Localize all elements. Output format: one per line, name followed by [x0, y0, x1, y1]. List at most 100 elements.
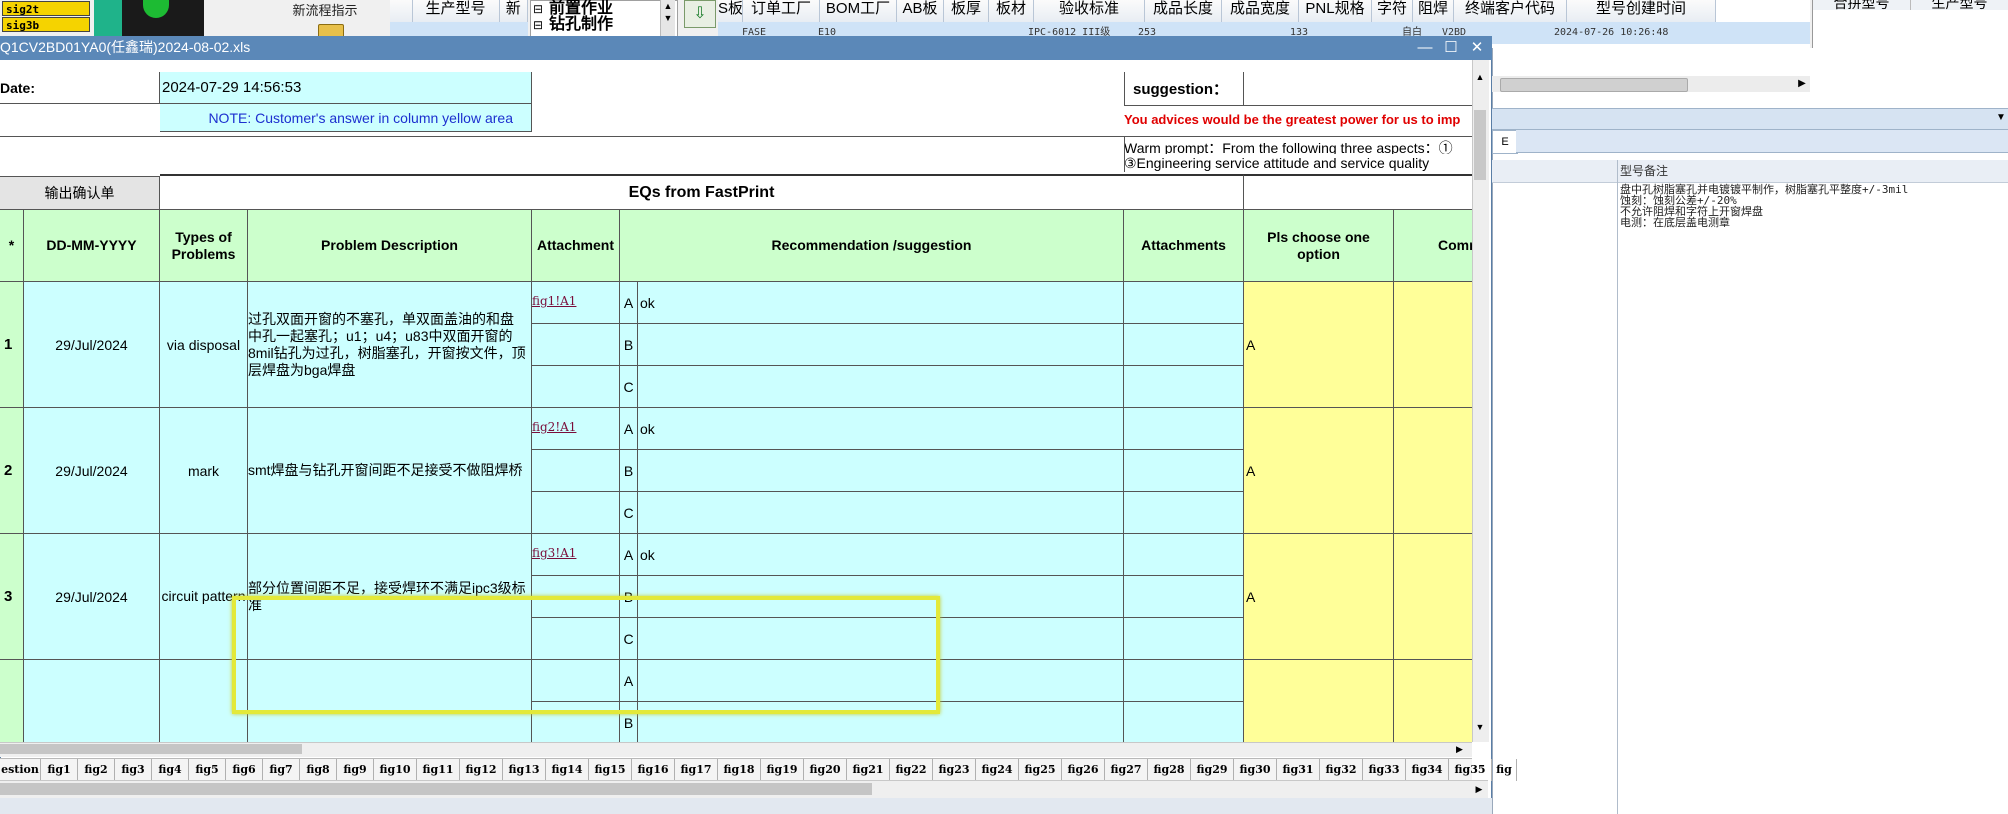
- tabs-scroll-thumb[interactable]: [0, 783, 872, 795]
- sheet-tab-fig5[interactable]: fig5: [189, 759, 226, 781]
- recommendation-text[interactable]: [638, 324, 1124, 366]
- header-choose-option[interactable]: Pls choose one option: [1244, 210, 1394, 282]
- col-header-silkscreen[interactable]: 字符: [1372, 0, 1413, 22]
- col-header-customer-code[interactable]: 终端客户代码: [1454, 0, 1567, 22]
- header-attachments[interactable]: Attachments: [1124, 210, 1244, 282]
- model-remark-text[interactable]: 盘中孔树脂塞孔并电镀镀平制作，树脂塞孔平整度+/-3mil 蚀刻：蚀刻公差+/-…: [1620, 184, 2006, 244]
- attachments-cell[interactable]: [1124, 534, 1244, 576]
- col-header-width[interactable]: 成品宽度: [1222, 0, 1299, 22]
- scroll-up-icon[interactable]: ▲: [1472, 72, 1488, 84]
- attachment-cell[interactable]: fig2!A1: [532, 408, 620, 450]
- sheet-tab-fig34[interactable]: fig34: [1406, 759, 1449, 781]
- horizontal-scroll-thumb[interactable]: [0, 744, 302, 754]
- problem-description[interactable]: smt焊盘与钻孔开窗间距不足接受不做阻焊桥: [248, 408, 532, 534]
- header-types[interactable]: Types of Problems: [160, 210, 248, 282]
- col-header-bom-factory[interactable]: BOM工厂: [820, 0, 897, 22]
- tree-scrollbar[interactable]: ▲ ▼: [660, 0, 675, 36]
- comment-cell[interactable]: [1394, 534, 1472, 660]
- sheet-tab-fig21[interactable]: fig21: [847, 759, 890, 781]
- sheet-tab-fig12[interactable]: fig12: [460, 759, 503, 781]
- sheet-tab-fig22[interactable]: fig22: [890, 759, 933, 781]
- choice-cell[interactable]: A: [1244, 534, 1394, 660]
- problem-date[interactable]: 29/Jul/2024: [24, 282, 160, 408]
- flow-indicator-label[interactable]: 新流程指示: [270, 0, 380, 18]
- sheet-tab-fig32[interactable]: fig32: [1320, 759, 1363, 781]
- problem-date[interactable]: [24, 660, 160, 742]
- scroll-right-icon[interactable]: ▶: [1796, 78, 1808, 90]
- sheet-tab-fig7[interactable]: fig7: [263, 759, 300, 781]
- attachment-cell[interactable]: [532, 324, 620, 366]
- sheet-tab-fig14[interactable]: fig14: [546, 759, 589, 781]
- sheet-tab-fig31[interactable]: fig31: [1277, 759, 1320, 781]
- attachment-cell[interactable]: fig1!A1: [532, 282, 620, 324]
- attachment-link[interactable]: fig3!A1: [532, 534, 619, 560]
- choice-cell[interactable]: [1244, 660, 1394, 742]
- choice-cell[interactable]: A: [1244, 282, 1394, 408]
- maximize-button[interactable]: ☐: [1440, 38, 1462, 58]
- process-tree[interactable]: 前置作业 钻孔制作: [530, 0, 678, 38]
- problem-type[interactable]: via disposal: [160, 282, 248, 408]
- comment-cell[interactable]: [1394, 660, 1472, 742]
- sheet-tab-fig6[interactable]: fig6: [226, 759, 263, 781]
- comment-cell[interactable]: [1394, 282, 1472, 408]
- choice-cell[interactable]: A: [1244, 408, 1394, 534]
- attachments-cell[interactable]: [1124, 366, 1244, 408]
- sheet-tab-fig18[interactable]: fig18: [718, 759, 761, 781]
- sheet-tab-question[interactable]: estion: [0, 759, 41, 781]
- row-number[interactable]: 3: [0, 534, 24, 660]
- tree-item-drilling[interactable]: 钻孔制作: [531, 17, 677, 34]
- sheet-tab-fig10[interactable]: fig10: [374, 759, 417, 781]
- vertical-scroll-thumb[interactable]: [1474, 110, 1486, 180]
- recommendation-text[interactable]: [638, 366, 1124, 408]
- problem-type[interactable]: mark: [160, 408, 248, 534]
- attachment-link[interactable]: fig1!A1: [532, 282, 619, 308]
- col-header-create-time[interactable]: 型号创建时间: [1567, 0, 1716, 22]
- col-header-thickness[interactable]: 板厚: [944, 0, 989, 22]
- col-header-soldermask[interactable]: 阻焊: [1413, 0, 1454, 22]
- attachments-cell[interactable]: [1124, 450, 1244, 492]
- recommendation-text[interactable]: ok: [638, 534, 1124, 576]
- sheet-tab-fig16[interactable]: fig16: [632, 759, 675, 781]
- col-header-material[interactable]: 板材: [989, 0, 1034, 22]
- dropdown-arrow-icon[interactable]: ▼: [1996, 108, 2008, 128]
- sheet-tab-fig11[interactable]: fig11: [417, 759, 460, 781]
- recommendation-text[interactable]: [638, 492, 1124, 534]
- attachments-cell[interactable]: [1124, 660, 1244, 702]
- sheet-tab-fig26[interactable]: fig26: [1062, 759, 1105, 781]
- suggestion-input-cell[interactable]: [1244, 72, 1472, 106]
- sheet-tab-fig29[interactable]: fig29: [1191, 759, 1234, 781]
- tree-item-pre-work[interactable]: 前置作业: [531, 1, 677, 18]
- scroll-right-icon[interactable]: ▶: [1472, 781, 1486, 797]
- minimize-button[interactable]: —: [1414, 38, 1436, 58]
- sheet-tab-fig36[interactable]: fig: [1492, 759, 1517, 781]
- row-number[interactable]: 1: [0, 282, 24, 408]
- row-number[interactable]: 4: [0, 660, 24, 742]
- spreadsheet[interactable]: Date: 2024-07-29 14:56:53 NOTE: Customer…: [0, 60, 1472, 742]
- sheet-tab-fig8[interactable]: fig8: [300, 759, 337, 781]
- sheet-tab-fig3[interactable]: fig3: [115, 759, 152, 781]
- col-header-ab-board[interactable]: AB板: [897, 0, 944, 22]
- bg-grid-row[interactable]: [390, 22, 528, 36]
- col-header-merge-model[interactable]: 合拼型号: [1813, 0, 1911, 10]
- sheet-tab-fig9[interactable]: fig9: [337, 759, 374, 781]
- sheet-tab-fig19[interactable]: fig19: [761, 759, 804, 781]
- attachments-cell[interactable]: [1124, 576, 1244, 618]
- sheet-tab-fig30[interactable]: fig30: [1234, 759, 1277, 781]
- comment-cell[interactable]: [1394, 408, 1472, 534]
- attachments-cell[interactable]: [1124, 408, 1244, 450]
- sheet-tab-fig15[interactable]: fig15: [589, 759, 632, 781]
- export-tool-icon[interactable]: ⇩: [684, 0, 716, 28]
- attachment-cell[interactable]: [532, 492, 620, 534]
- problem-date[interactable]: 29/Jul/2024: [24, 408, 160, 534]
- col-header-pnl[interactable]: PNL规格: [1299, 0, 1372, 22]
- date-value-cell[interactable]: 2024-07-29 14:56:53: [160, 72, 532, 104]
- header-no[interactable]: *: [0, 210, 24, 282]
- export-confirmation-button[interactable]: 输出确认单: [0, 176, 160, 210]
- sheet-tab-fig17[interactable]: fig17: [675, 759, 718, 781]
- attachments-cell[interactable]: [1124, 492, 1244, 534]
- sheet-tab-fig20[interactable]: fig20: [804, 759, 847, 781]
- attachments-cell[interactable]: [1124, 282, 1244, 324]
- recommendation-text[interactable]: ok: [638, 282, 1124, 324]
- scroll-right-icon[interactable]: ▶: [1456, 742, 1468, 756]
- sheet-tab-fig25[interactable]: fig25: [1019, 759, 1062, 781]
